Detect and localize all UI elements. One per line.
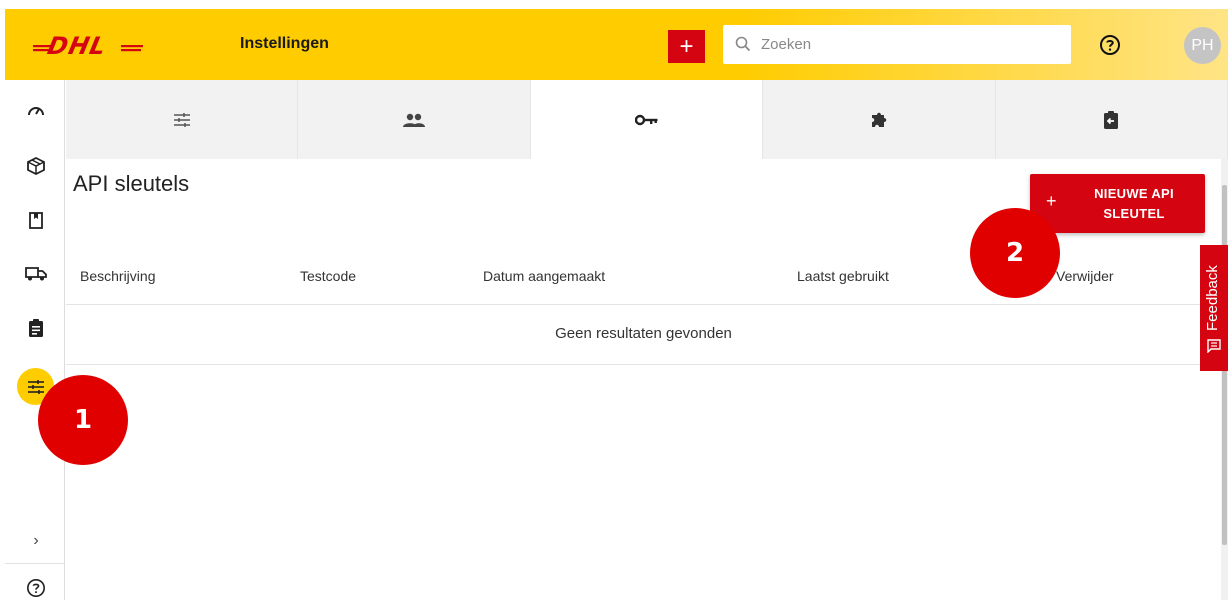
table-row-divider xyxy=(66,364,1221,365)
new-api-key-label: NIEUWE API SLEUTEL xyxy=(1094,186,1174,221)
page-heading: Instellingen xyxy=(240,35,329,52)
key-icon xyxy=(634,114,658,125)
settings-tabs xyxy=(66,80,1228,159)
section-title: API sleutels xyxy=(73,171,190,196)
quick-add-button[interactable]: + xyxy=(668,30,705,63)
bookmark-icon xyxy=(29,211,43,229)
sidebar-item-saved[interactable] xyxy=(23,207,49,233)
package-icon xyxy=(27,156,45,176)
help-icon xyxy=(27,579,45,597)
user-avatar[interactable]: PH xyxy=(1184,27,1221,64)
clipboard-icon xyxy=(29,319,43,337)
tab-integrations[interactable] xyxy=(763,80,996,159)
step-marker-1: 1 xyxy=(38,375,128,465)
sidebar-item-tasks[interactable] xyxy=(23,315,49,341)
clipboard-return-icon xyxy=(1104,110,1119,129)
search-input[interactable] xyxy=(761,33,1061,55)
feedback-chat-icon xyxy=(1207,339,1221,353)
settings-sliders-icon xyxy=(173,112,190,127)
feedback-tab[interactable]: Feedback xyxy=(1200,245,1228,371)
sidebar-divider xyxy=(5,563,65,564)
sidebar: › xyxy=(5,80,65,600)
sidebar-item-transport[interactable] xyxy=(23,261,49,287)
app-window: DHL Instellingen + PH xyxy=(5,9,1228,600)
search-icon xyxy=(735,36,751,52)
column-header-created[interactable]: Datum aangemaakt xyxy=(483,268,605,284)
feedback-label: Feedback xyxy=(1204,265,1221,331)
dashboard-gauge-icon xyxy=(28,107,44,116)
sidebar-item-shipments[interactable] xyxy=(23,153,49,179)
puzzle-icon xyxy=(871,112,887,127)
tab-general-settings[interactable] xyxy=(66,80,299,159)
search-box[interactable] xyxy=(723,25,1071,64)
plus-icon: + xyxy=(1046,191,1057,211)
column-header-testcode[interactable]: Testcode xyxy=(300,268,356,284)
sidebar-help[interactable] xyxy=(23,575,49,600)
users-icon xyxy=(403,113,426,127)
step-marker-2: 2 xyxy=(970,208,1060,298)
sidebar-item-dashboard[interactable] xyxy=(23,97,49,123)
tab-users[interactable] xyxy=(298,80,531,159)
svg-text:DHL: DHL xyxy=(45,32,109,58)
help-icon[interactable] xyxy=(1099,34,1121,56)
column-header-delete[interactable]: Verwijder xyxy=(1056,268,1114,284)
column-header-description[interactable]: Beschrijving xyxy=(80,268,155,284)
empty-state-message: Geen resultaten gevonden xyxy=(555,325,732,342)
new-api-key-button[interactable]: + NIEUWE API SLEUTEL xyxy=(1030,174,1205,233)
column-header-last-used[interactable]: Laatst gebruikt xyxy=(797,268,889,284)
tab-api-keys[interactable] xyxy=(530,80,764,159)
top-bar: DHL Instellingen + PH xyxy=(5,9,1228,80)
dhl-logo[interactable]: DHL xyxy=(33,32,143,58)
vertical-scrollbar[interactable] xyxy=(1221,159,1228,600)
truck-icon xyxy=(25,267,47,281)
settings-sliders-icon xyxy=(27,379,44,394)
table-header-divider xyxy=(66,304,1221,305)
tab-returns[interactable] xyxy=(995,80,1228,159)
sidebar-expand-button[interactable]: › xyxy=(23,528,49,554)
